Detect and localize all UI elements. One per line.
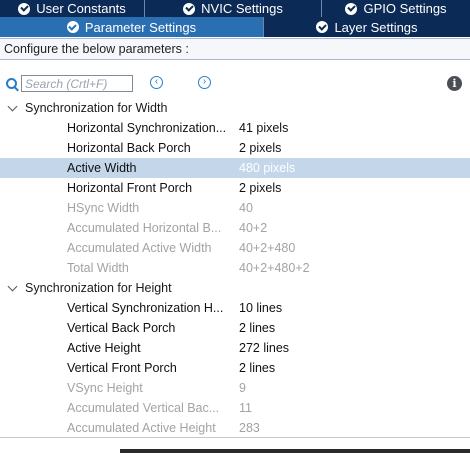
param-row-disabled: HSync Width 40	[0, 198, 470, 218]
search-input[interactable]	[21, 75, 133, 92]
tab-user-constants[interactable]: User Constants	[0, 0, 145, 17]
param-value: 40+2	[239, 221, 268, 235]
param-name: Accumulated Vertical Bac...	[67, 401, 220, 415]
check-circle-icon	[66, 21, 79, 33]
chevron-down-icon[interactable]	[7, 101, 18, 112]
param-value: 11	[239, 401, 252, 415]
param-row-disabled: Accumulated Active Height 283	[0, 418, 470, 438]
tab-label: User Constants	[36, 1, 126, 16]
param-name: Horizontal Synchronization...	[67, 121, 227, 135]
check-circle-icon	[18, 2, 31, 15]
param-name: Accumulated Active Height	[67, 421, 216, 435]
param-row-disabled: VSync Height 9	[0, 378, 470, 398]
tab-label: NVIC Settings	[201, 1, 283, 16]
param-value: 9	[239, 381, 246, 395]
tab-nvic-settings[interactable]: NVIC Settings	[145, 0, 322, 17]
arrow-right-circle-icon[interactable]: ›	[198, 76, 211, 89]
check-circle-icon	[316, 21, 329, 33]
param-row[interactable]: Vertical Synchronization H... 10 lines	[0, 298, 470, 318]
search-toolbar: ‹ › i	[0, 72, 470, 96]
param-value[interactable]: 480 pixels	[239, 158, 295, 178]
chevron-down-icon[interactable]	[7, 281, 18, 292]
param-name: Horizontal Front Porch	[67, 181, 193, 195]
param-value[interactable]: 2 pixels	[239, 138, 281, 158]
param-row-selected[interactable]: Active Width 480 pixels	[0, 158, 470, 178]
param-row[interactable]: Vertical Front Porch 2 lines	[0, 358, 470, 378]
param-name: Active Height	[67, 341, 141, 355]
param-name: Horizontal Back Porch	[67, 141, 191, 155]
param-name: Vertical Front Porch	[67, 361, 177, 375]
tab-gpio-settings[interactable]: GPIO Settings	[322, 0, 470, 17]
group-title: Synchronization for Height	[25, 281, 172, 295]
group-title: Synchronization for Width	[25, 101, 168, 115]
panel-divider	[0, 437, 470, 438]
param-row-disabled: Accumulated Horizontal B... 40+2	[0, 218, 470, 238]
param-row-disabled: Accumulated Active Width 40+2+480	[0, 238, 470, 258]
param-name: Vertical Synchronization H...	[67, 301, 224, 315]
horizontal-scrollbar[interactable]	[120, 449, 470, 453]
param-value[interactable]: 41 pixels	[239, 118, 288, 138]
tab-layer-settings[interactable]: Layer Settings	[264, 17, 470, 37]
param-row[interactable]: Horizontal Synchronization... 41 pixels	[0, 118, 470, 138]
param-row[interactable]: Active Height 272 lines	[0, 338, 470, 358]
param-value[interactable]: 2 lines	[239, 358, 275, 378]
param-name: Accumulated Horizontal B...	[67, 221, 222, 235]
param-row[interactable]: Vertical Back Porch 2 lines	[0, 318, 470, 338]
group-header-width[interactable]: Synchronization for Width	[0, 98, 470, 118]
param-name: Active Width	[67, 161, 137, 175]
tab-label: Parameter Settings	[84, 19, 197, 35]
param-name: Total Width	[67, 261, 129, 275]
param-name: VSync Height	[67, 381, 143, 395]
param-value[interactable]: 2 pixels	[239, 178, 281, 198]
param-row-disabled: Accumulated Vertical Bac... 11	[0, 398, 470, 418]
param-value: 283	[239, 421, 260, 435]
check-circle-icon	[345, 2, 358, 15]
main-tab-row: Parameter Settings Layer Settings	[0, 17, 470, 37]
arrow-left-circle-icon[interactable]: ‹	[150, 76, 163, 89]
config-hint: Configure the below parameters :	[0, 38, 470, 60]
param-name: Vertical Back Porch	[67, 321, 176, 335]
param-name: Accumulated Active Width	[67, 241, 212, 255]
info-icon[interactable]: i	[447, 76, 462, 91]
param-value[interactable]: 272 lines	[239, 338, 289, 358]
check-circle-icon	[183, 2, 196, 15]
param-value: 40	[239, 201, 253, 215]
param-value[interactable]: 2 lines	[239, 318, 275, 338]
tab-label: GPIO Settings	[363, 1, 447, 16]
top-tab-row: User Constants NVIC Settings GPIO Settin…	[0, 0, 470, 17]
param-value[interactable]: 10 lines	[239, 298, 282, 318]
param-row[interactable]: Horizontal Front Porch 2 pixels	[0, 178, 470, 198]
search-box	[6, 75, 133, 92]
param-row[interactable]: Horizontal Back Porch 2 pixels	[0, 138, 470, 158]
param-name: HSync Width	[67, 201, 140, 215]
tab-label: Layer Settings	[334, 19, 418, 35]
param-value: 40+2+480	[239, 241, 296, 255]
param-row-disabled: Total Width 40+2+480+2	[0, 258, 470, 278]
param-value: 40+2+480+2	[239, 261, 310, 275]
tab-parameter-settings[interactable]: Parameter Settings	[0, 17, 264, 37]
search-icon[interactable]	[6, 78, 17, 89]
group-header-height[interactable]: Synchronization for Height	[0, 278, 470, 298]
